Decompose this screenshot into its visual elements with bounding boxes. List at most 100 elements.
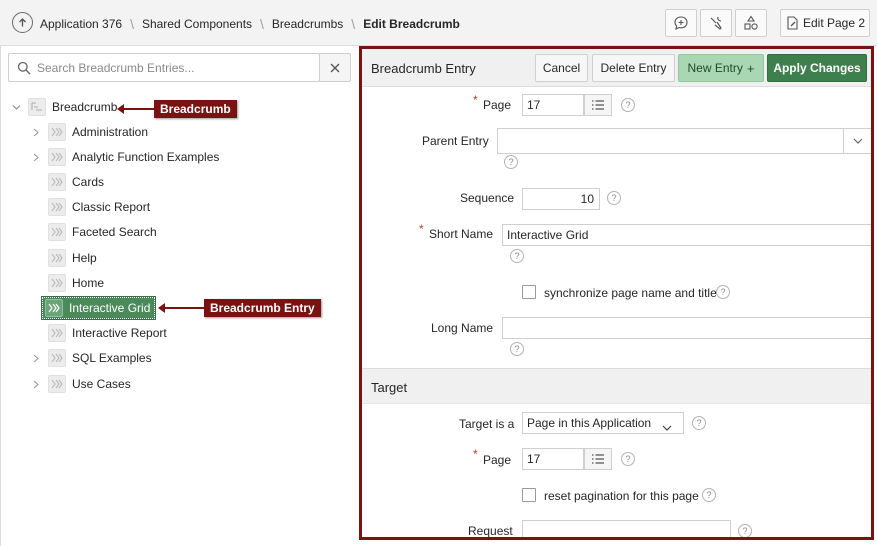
breadcrumb-entry-icon <box>48 173 66 191</box>
breadcrumb-entry-icon <box>48 198 66 216</box>
utilities-button[interactable] <box>700 9 732 37</box>
clear-search-button[interactable] <box>319 53 351 82</box>
breadcrumb-entry-icon <box>48 375 66 393</box>
shared-components-button[interactable] <box>735 9 767 37</box>
tree-node[interactable]: Faceted Search <box>30 221 157 243</box>
breadcrumb-entry-icon <box>48 249 66 267</box>
required-indicator: * <box>473 447 478 461</box>
crumb-breadcrumbs[interactable]: Breadcrumbs <box>272 17 343 31</box>
help-icon[interactable]: ? <box>716 285 730 299</box>
add-comment-button[interactable] <box>665 9 697 37</box>
search-input[interactable] <box>37 58 317 78</box>
tree-panel: Breadcrumb Administration Analytic Functi… <box>0 46 356 546</box>
target-section-title: Target <box>371 380 408 395</box>
help-icon[interactable]: ? <box>621 452 635 466</box>
parent-entry-label: Parent Entry <box>422 134 489 148</box>
target-page-lov-button[interactable] <box>584 448 612 470</box>
tree-node[interactable]: Cards <box>30 171 104 193</box>
long-name-input[interactable] <box>502 317 871 339</box>
plus-icon: + <box>746 60 755 76</box>
tree-root-label: Breadcrumb <box>52 100 118 114</box>
breadcrumb-entry-callout: Breadcrumb Entry <box>204 299 321 317</box>
tree-root[interactable]: Breadcrumb <box>10 96 117 118</box>
tree-node[interactable]: Analytic Function Examples <box>30 146 219 168</box>
tree-node-label: Classic Report <box>72 200 151 214</box>
tree-node[interactable]: Help <box>30 247 97 269</box>
chevron-down-icon[interactable] <box>662 420 672 434</box>
required-indicator: * <box>473 93 478 107</box>
cancel-button[interactable]: Cancel <box>535 54 588 82</box>
sequence-label: Sequence <box>460 191 515 205</box>
tree-node-label: Cards <box>72 175 105 189</box>
region-title: Breadcrumb Entry <box>371 61 476 76</box>
search-icon <box>17 61 31 75</box>
long-name-label: Long Name <box>431 321 494 335</box>
tree-node-label: Administration <box>72 125 149 139</box>
page-input[interactable]: 17 <box>522 94 584 116</box>
tree-node[interactable]: Interactive Report <box>30 322 167 344</box>
crumb-shared-components[interactable]: Shared Components <box>142 17 252 31</box>
breadcrumb-entry-icon <box>48 349 66 367</box>
new-entry-label: New Entry <box>687 61 743 75</box>
chevron-right-icon[interactable] <box>30 126 42 138</box>
crumb-separator: \ <box>130 16 134 32</box>
crumb-separator: \ <box>351 16 356 32</box>
help-icon[interactable]: ? <box>702 488 716 502</box>
target-section-header: Target <box>362 368 871 404</box>
help-icon[interactable]: ? <box>510 342 524 356</box>
short-name-input[interactable]: Interactive Grid <box>502 224 871 246</box>
reset-pagination-checkbox[interactable] <box>522 488 536 502</box>
help-icon[interactable]: ? <box>510 249 524 263</box>
crumb-edit-breadcrumb: Edit Breadcrumb <box>363 17 460 31</box>
breadcrumb-entry-icon <box>45 299 63 317</box>
sync-checkbox-label: synchronize page name and title <box>544 286 717 300</box>
new-entry-button[interactable]: New Entry + <box>678 54 764 82</box>
callout-arrow <box>117 104 154 114</box>
parent-entry-select[interactable] <box>497 128 871 154</box>
help-icon[interactable]: ? <box>504 155 518 169</box>
chevron-down-icon[interactable] <box>10 101 22 113</box>
sync-checkbox[interactable] <box>522 285 536 299</box>
chevron-right-icon[interactable] <box>30 352 42 364</box>
tree-node-label: Interactive Report <box>72 326 167 340</box>
up-arrow-icon[interactable] <box>12 12 33 33</box>
tree-node[interactable]: Classic Report <box>30 196 150 218</box>
apply-changes-button[interactable]: Apply Changes <box>767 54 867 82</box>
delete-entry-button[interactable]: Delete Entry <box>592 54 675 82</box>
target-page-input[interactable]: 17 <box>522 448 584 470</box>
breadcrumb: Application 376 \ Shared Components \ Br… <box>40 16 460 32</box>
wrench-icon <box>710 16 722 30</box>
chevron-right-icon[interactable] <box>30 378 42 390</box>
edit-page-label: Edit Page 2 <box>802 16 866 30</box>
tree-toggle-spacer <box>30 327 42 339</box>
tree-node[interactable]: Home <box>30 272 104 294</box>
reset-pagination-label: reset pagination for this page <box>544 489 699 503</box>
breadcrumb-entry-icon <box>48 148 66 166</box>
help-icon[interactable]: ? <box>692 416 706 430</box>
list-icon <box>592 100 604 110</box>
page-lov-button[interactable] <box>584 94 612 116</box>
request-input[interactable] <box>522 520 731 537</box>
tree-node[interactable]: Interactive Grid <box>40 296 157 320</box>
chevron-right-icon[interactable] <box>30 151 42 163</box>
help-icon[interactable]: ? <box>738 524 752 537</box>
edit-page-button[interactable]: Edit Page 2 <box>780 9 870 37</box>
edit-region: Breadcrumb Entry Cancel Delete Entry New… <box>359 46 874 540</box>
search-box <box>8 53 320 82</box>
target-type-select[interactable]: Page in this Application <box>522 412 684 434</box>
crumb-application[interactable]: Application 376 <box>40 17 122 31</box>
list-icon <box>592 454 604 464</box>
tree-node[interactable]: Use Cases <box>30 373 131 395</box>
page-label: Page <box>483 98 512 112</box>
help-icon[interactable]: ? <box>607 191 621 205</box>
breadcrumb-entry-icon <box>48 123 66 141</box>
tree-node[interactable]: SQL Examples <box>30 347 152 369</box>
tree-node-label: SQL Examples <box>72 351 152 365</box>
tree-node[interactable]: Administration <box>30 121 148 143</box>
required-indicator: * <box>419 222 424 236</box>
help-icon[interactable]: ? <box>621 98 635 112</box>
sequence-input[interactable]: 10 <box>522 188 600 210</box>
breadcrumb-entry-icon <box>48 274 66 292</box>
chevron-down-icon[interactable] <box>843 128 871 154</box>
short-name-label: Short Name <box>429 227 494 241</box>
